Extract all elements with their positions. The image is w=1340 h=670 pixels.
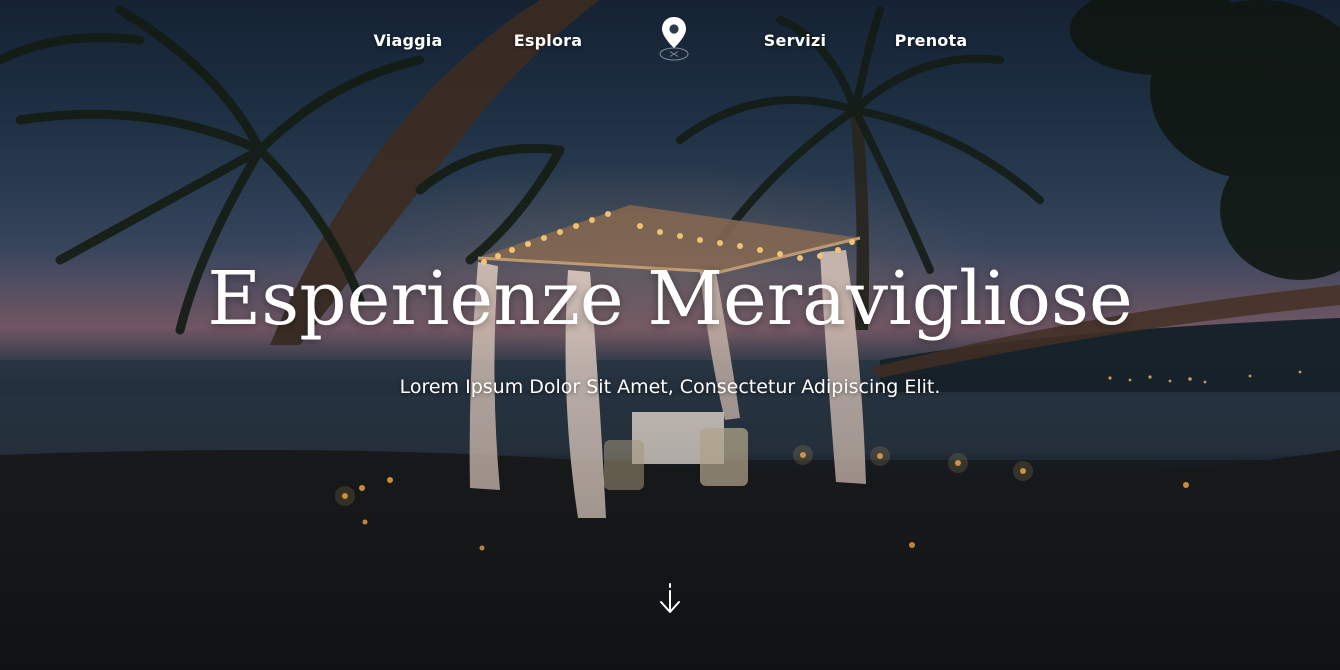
map-pin-icon (659, 17, 689, 61)
arrow-down-icon (660, 583, 680, 613)
scroll-down-button[interactable] (656, 580, 684, 620)
nav-link-servizi[interactable]: Servizi (760, 30, 830, 52)
hero-subtitle: Lorem Ipsum Dolor Sit Amet, Consectetur … (399, 376, 941, 398)
hero-title: Esperienze Meravigliose (207, 256, 1133, 342)
nav-link-esplora[interactable]: Esplora (512, 30, 584, 52)
nav-link-prenota[interactable]: Prenota (893, 30, 969, 52)
logo[interactable] (656, 14, 692, 64)
nav-link-viaggia[interactable]: Viaggia (372, 30, 444, 52)
hero-section: Viaggia Esplora Servizi Prenota Esperien… (0, 0, 1340, 670)
